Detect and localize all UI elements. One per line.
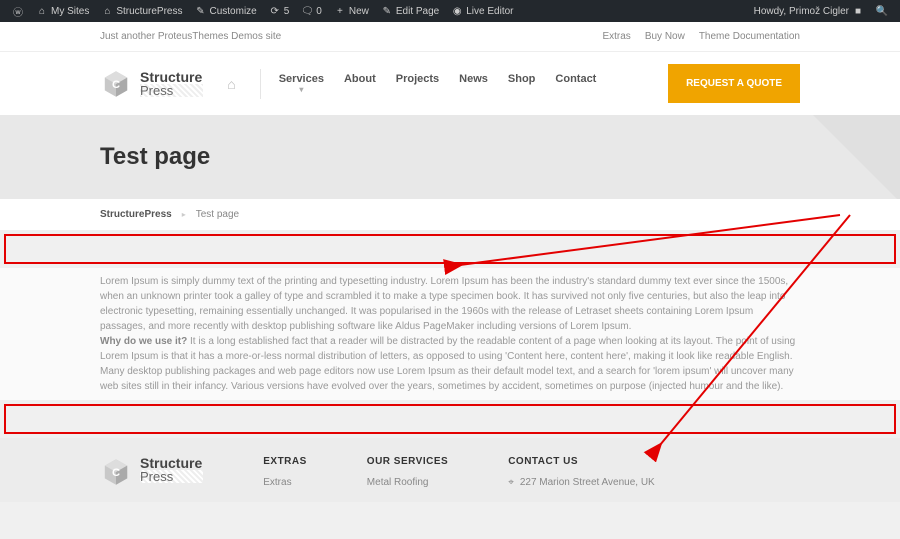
nav-about[interactable]: About (344, 73, 376, 94)
nav-projects[interactable]: Projects (396, 73, 439, 94)
topbar-link-docs[interactable]: Theme Documentation (699, 31, 800, 42)
content-bold-lead: Why do we use it? (100, 336, 187, 347)
footer-logo-cube-icon: C (100, 456, 132, 488)
avatar: ■ (852, 5, 864, 17)
customize-link[interactable]: ✎Customize (190, 5, 260, 17)
annotation-box-bottom (4, 404, 896, 434)
page-title-band: Test page (0, 115, 900, 199)
footer-extras-heading: EXTRAS (263, 456, 307, 467)
breadcrumb: StructurePress ▸ Test page (0, 199, 900, 230)
footer-col-extras: EXTRAS Extras (263, 456, 307, 494)
edit-page-link[interactable]: ✎Edit Page (377, 5, 443, 17)
footer-extras-item[interactable]: Extras (263, 477, 307, 488)
nav-separator (260, 69, 261, 99)
page-content: Lorem Ipsum is simply dummy text of the … (0, 268, 900, 400)
page-title: Test page (100, 143, 800, 171)
howdy-user[interactable]: Howdy, Primož Cigler■ (750, 5, 868, 17)
footer-logo-text-2: Press (140, 470, 203, 483)
breadcrumb-home[interactable]: StructurePress (100, 209, 172, 220)
breadcrumb-current: Test page (196, 209, 239, 220)
request-quote-button[interactable]: REQUEST A QUOTE (668, 64, 800, 103)
updates-link[interactable]: ⟳5 (265, 5, 294, 17)
site-logo[interactable]: C Structure Press (100, 68, 203, 100)
site-header: C Structure Press ⌂ Services About Proje… (0, 52, 900, 115)
footer-services-heading: OUR SERVICES (367, 456, 448, 467)
content-paragraph-2: It is a long established fact that a rea… (100, 336, 795, 392)
annotation-box-top (4, 234, 896, 264)
footer-contact-address: 227 Marion Street Avenue, UK (520, 477, 655, 488)
chevron-right-icon: ▸ (182, 210, 186, 219)
logo-text-1: Structure (140, 70, 203, 84)
footer-services-item[interactable]: Metal Roofing (367, 477, 448, 488)
wp-admin-bar: ⓦ ⌂My Sites ⌂StructurePress ✎Customize ⟳… (0, 0, 900, 22)
topbar-link-extras[interactable]: Extras (602, 31, 630, 42)
site-name-link[interactable]: ⌂StructurePress (97, 5, 186, 17)
svg-text:C: C (112, 467, 120, 479)
my-sites-link[interactable]: ⌂My Sites (32, 5, 93, 17)
top-info-bar: Just another ProteusThemes Demos site Ex… (0, 22, 900, 52)
nav-news[interactable]: News (459, 73, 488, 94)
topbar-link-buy[interactable]: Buy Now (645, 31, 685, 42)
footer-logo[interactable]: C Structure Press (100, 456, 203, 494)
map-pin-icon: ⌖ (508, 477, 514, 488)
footer-col-services: OUR SERVICES Metal Roofing (367, 456, 448, 494)
nav-contact[interactable]: Contact (555, 73, 596, 94)
site-footer: C Structure Press EXTRAS Extras OUR SERV… (0, 438, 900, 502)
logo-text-2: Press (140, 84, 203, 97)
main-nav: Services About Projects News Shop Contac… (279, 73, 597, 94)
footer-col-contact: CONTACT US ⌖ 227 Marion Street Avenue, UK (508, 456, 655, 494)
footer-contact-heading: CONTACT US (508, 456, 655, 467)
comments-link[interactable]: 🗨0 (297, 5, 326, 17)
home-icon[interactable]: ⌂ (221, 76, 241, 92)
content-paragraph-1: Lorem Ipsum is simply dummy text of the … (100, 276, 788, 332)
live-editor-link[interactable]: ◉Live Editor (447, 5, 517, 17)
nav-shop[interactable]: Shop (508, 73, 536, 94)
site-tagline: Just another ProteusThemes Demos site (100, 31, 281, 42)
footer-logo-text-1: Structure (140, 456, 203, 470)
new-content-link[interactable]: +New (330, 5, 373, 17)
wp-logo-icon[interactable]: ⓦ (8, 5, 28, 17)
logo-cube-icon: C (100, 68, 132, 100)
nav-services[interactable]: Services (279, 73, 324, 94)
search-icon[interactable]: 🔍 (872, 5, 892, 17)
svg-text:C: C (112, 79, 120, 91)
